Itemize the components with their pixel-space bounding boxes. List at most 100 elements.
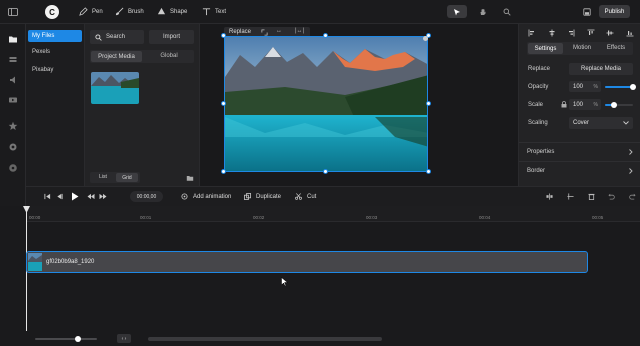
zoom-fit-button[interactable]: ‹ › <box>117 334 131 343</box>
split-icon[interactable] <box>546 193 553 200</box>
align-middle-icon[interactable] <box>606 29 614 38</box>
opacity-input[interactable]: 100 % <box>569 81 601 92</box>
star-icon[interactable] <box>8 121 18 131</box>
trim-icon[interactable] <box>567 193 574 200</box>
brush-tool-label: Brush <box>128 8 144 15</box>
media-thumbnail[interactable] <box>91 72 139 104</box>
zoom-button[interactable] <box>500 5 514 18</box>
brush-tool-button[interactable]: Brush <box>115 7 144 16</box>
flip-horizontal-button[interactable]: ↔ <box>276 28 282 34</box>
new-folder-icon[interactable] <box>186 174 194 182</box>
resize-handle-bm[interactable] <box>323 169 328 174</box>
replace-floating-button[interactable]: Replace <box>229 29 251 35</box>
opacity-value: 100 <box>573 83 584 90</box>
undo-icon[interactable] <box>608 193 615 200</box>
delete-icon[interactable] <box>587 193 595 200</box>
shape-icon <box>157 7 166 16</box>
view-list-button[interactable]: List <box>93 174 113 180</box>
scaling-select[interactable]: Cover <box>569 117 633 129</box>
scale-slider[interactable] <box>605 102 633 108</box>
save-button[interactable] <box>580 5 594 18</box>
app-logo[interactable]: C <box>45 5 59 19</box>
skip-start-icon[interactable] <box>44 193 51 200</box>
horizontal-scrollbar[interactable] <box>148 337 382 341</box>
search-icon <box>95 33 102 41</box>
pen-tool-button[interactable]: Pen <box>79 7 103 16</box>
hand-tool-button[interactable] <box>475 5 491 18</box>
cut-button[interactable]: Cut <box>295 193 316 200</box>
scaling-value: Cover <box>573 120 590 126</box>
chevron-right-icon <box>629 149 633 155</box>
step-back-icon[interactable] <box>56 193 63 200</box>
time-display: 00:00,00 <box>130 191 163 202</box>
properties-panel: Settings Motion Effects Replace Replace … <box>518 24 640 206</box>
tab-global[interactable]: Global <box>145 53 193 59</box>
zoom-slider[interactable] <box>35 336 97 342</box>
properties-section-header[interactable]: Properties <box>527 147 633 157</box>
fast-forward-icon[interactable] <box>99 193 107 200</box>
layers-icon[interactable] <box>8 55 18 65</box>
tab-project-media[interactable]: Project Media <box>91 51 142 62</box>
rotate-handle[interactable] <box>423 36 428 41</box>
source-pixabay[interactable]: Pixabay <box>28 64 82 76</box>
chevron-right-icon <box>629 168 633 174</box>
text-tool-label: Text <box>215 8 227 15</box>
border-section-header[interactable]: Border <box>527 166 633 176</box>
tab-settings[interactable]: Settings <box>528 43 563 54</box>
help-icon[interactable] <box>8 163 18 173</box>
source-my-files[interactable]: My Files <box>28 30 82 42</box>
align-left-icon[interactable] <box>528 29 536 38</box>
ruler-tick: 00:02 <box>253 215 265 220</box>
scale-input[interactable]: 100 % <box>569 99 601 110</box>
source-pexels[interactable]: Pexels <box>28 46 82 58</box>
import-button[interactable]: Import <box>149 30 194 44</box>
search-button[interactable]: Search <box>90 30 144 44</box>
align-center-icon[interactable] <box>548 29 556 38</box>
resize-handle-tl[interactable] <box>221 33 226 38</box>
scale-slider-knob[interactable] <box>611 102 617 108</box>
timeline-clip[interactable]: gf02b0b9a8_1920 <box>26 251 588 273</box>
expand-icon[interactable] <box>261 29 268 36</box>
mouse-cursor-icon <box>281 277 288 287</box>
resize-handle-bl[interactable] <box>221 169 226 174</box>
tab-motion[interactable]: Motion <box>565 45 599 51</box>
opacity-slider-fill <box>605 86 633 88</box>
video-icon[interactable] <box>8 95 18 105</box>
resize-handle-br[interactable] <box>426 169 431 174</box>
media-panel: Search Import Project Media Global List … <box>84 24 200 206</box>
save-icon <box>583 7 591 16</box>
cursor-icon <box>453 8 461 16</box>
shape-tool-button[interactable]: Shape <box>157 7 187 16</box>
align-top-icon[interactable] <box>587 29 595 38</box>
text-tool-button[interactable]: Text <box>202 7 226 16</box>
sidebar-toggle-icon[interactable] <box>8 7 18 17</box>
settings-icon[interactable] <box>8 142 18 152</box>
align-bottom-icon[interactable] <box>626 29 634 38</box>
audio-icon[interactable] <box>8 75 18 85</box>
timeline-ruler[interactable]: 00:00 00:01 00:02 00:03 00:04 00:05 <box>26 206 640 222</box>
timeline-tools <box>546 192 636 201</box>
redo-icon[interactable] <box>629 193 636 200</box>
tab-effects[interactable]: Effects <box>599 45 633 51</box>
publish-button[interactable]: Publish <box>599 5 630 18</box>
fit-width-button[interactable]: |↔| <box>295 28 304 34</box>
zoom-slider-knob[interactable] <box>75 336 81 342</box>
view-grid-button[interactable]: Grid <box>116 173 138 182</box>
add-animation-button[interactable]: Add animation <box>181 193 231 200</box>
resize-handle-tm[interactable] <box>323 33 328 38</box>
opacity-slider-knob[interactable] <box>630 84 636 90</box>
canvas-image[interactable] <box>224 36 428 172</box>
duplicate-button[interactable]: Duplicate <box>244 193 281 200</box>
opacity-slider[interactable] <box>605 84 636 90</box>
folder-icon[interactable] <box>8 34 18 44</box>
divider <box>519 142 640 143</box>
play-icon[interactable] <box>71 192 79 201</box>
align-right-icon[interactable] <box>567 29 575 38</box>
lock-icon[interactable] <box>561 101 567 108</box>
animation-icon <box>181 193 188 200</box>
replace-media-button[interactable]: Replace Media <box>569 63 633 75</box>
select-tool-button[interactable] <box>447 5 467 18</box>
rewind-icon[interactable] <box>87 193 95 200</box>
resize-handle-ml[interactable] <box>221 101 226 106</box>
resize-handle-mr[interactable] <box>426 101 431 106</box>
